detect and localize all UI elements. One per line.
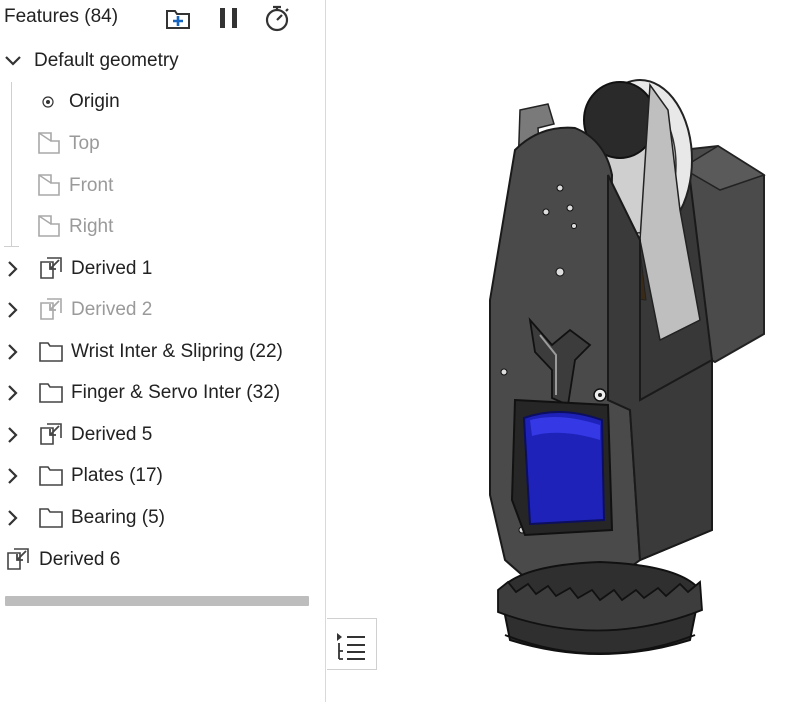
chevron-right-icon[interactable] [4, 426, 22, 444]
chevron-right-icon[interactable] [4, 260, 22, 278]
derived-icon [7, 548, 29, 570]
feature-label: Derived 5 [71, 424, 153, 445]
plane-icon [38, 174, 60, 196]
feature-folder-finger-servo[interactable]: Finger & Servo Inter (32) [0, 373, 325, 413]
folder-icon [39, 383, 63, 403]
chevron-right-icon[interactable] [4, 301, 22, 319]
feature-plane-right[interactable]: Right [0, 207, 325, 247]
chevron-right-icon[interactable] [4, 467, 22, 485]
feature-label: Plates (17) [71, 465, 163, 486]
feature-label: Derived 6 [39, 549, 121, 570]
feature-list-header: Features (84) [0, 0, 325, 38]
feature-label: Derived 2 [71, 299, 153, 320]
derived-icon [40, 257, 62, 279]
feature-default-geometry[interactable]: Default geometry [0, 41, 325, 81]
feature-derived-6[interactable]: Derived 6 [0, 540, 325, 580]
feature-label: Front [69, 175, 114, 196]
feature-label: Derived 1 [71, 258, 153, 279]
chevron-right-icon[interactable] [4, 509, 22, 527]
cad-model[interactable] [326, 0, 810, 702]
folder-icon [39, 342, 63, 362]
stopwatch-icon[interactable] [262, 3, 292, 33]
pause-icon[interactable] [214, 3, 244, 33]
feature-label: Wrist Inter & Slipring (22) [71, 341, 283, 362]
feature-label: Bearing (5) [71, 507, 165, 528]
feature-label: Finger & Servo Inter (32) [71, 382, 281, 403]
horizontal-scrollbar[interactable] [5, 596, 309, 606]
chevron-right-icon[interactable] [4, 384, 22, 402]
feature-derived-1[interactable]: Derived 1 [0, 249, 325, 289]
add-folder-icon[interactable] [163, 3, 193, 33]
feature-label: Top [69, 133, 100, 154]
plane-icon [38, 132, 60, 154]
feature-plane-top[interactable]: Top [0, 124, 325, 164]
folder-icon [39, 508, 63, 528]
feature-label: Origin [69, 91, 120, 112]
feature-folder-wrist-inter[interactable]: Wrist Inter & Slipring (22) [0, 332, 325, 372]
plane-icon [38, 215, 60, 237]
graphics-viewport[interactable] [326, 0, 810, 702]
feature-folder-plates[interactable]: Plates (17) [0, 456, 325, 496]
feature-label: Right [69, 216, 114, 237]
origin-icon [42, 96, 54, 108]
feature-plane-front[interactable]: Front [0, 166, 325, 206]
chevron-right-icon[interactable] [4, 343, 22, 361]
feature-derived-2[interactable]: Derived 2 [0, 290, 325, 330]
derived-icon [40, 298, 62, 320]
feature-origin[interactable]: Origin [0, 82, 325, 122]
features-title: Features (84) [4, 6, 119, 27]
feature-derived-5[interactable]: Derived 5 [0, 415, 325, 455]
chevron-down-icon[interactable] [4, 52, 22, 70]
derived-icon [40, 423, 62, 445]
feature-folder-bearing[interactable]: Bearing (5) [0, 498, 325, 538]
feature-label: Default geometry [34, 50, 179, 71]
feature-list-panel: Features (84) Default geometry Origin To… [0, 0, 325, 702]
folder-icon [39, 466, 63, 486]
